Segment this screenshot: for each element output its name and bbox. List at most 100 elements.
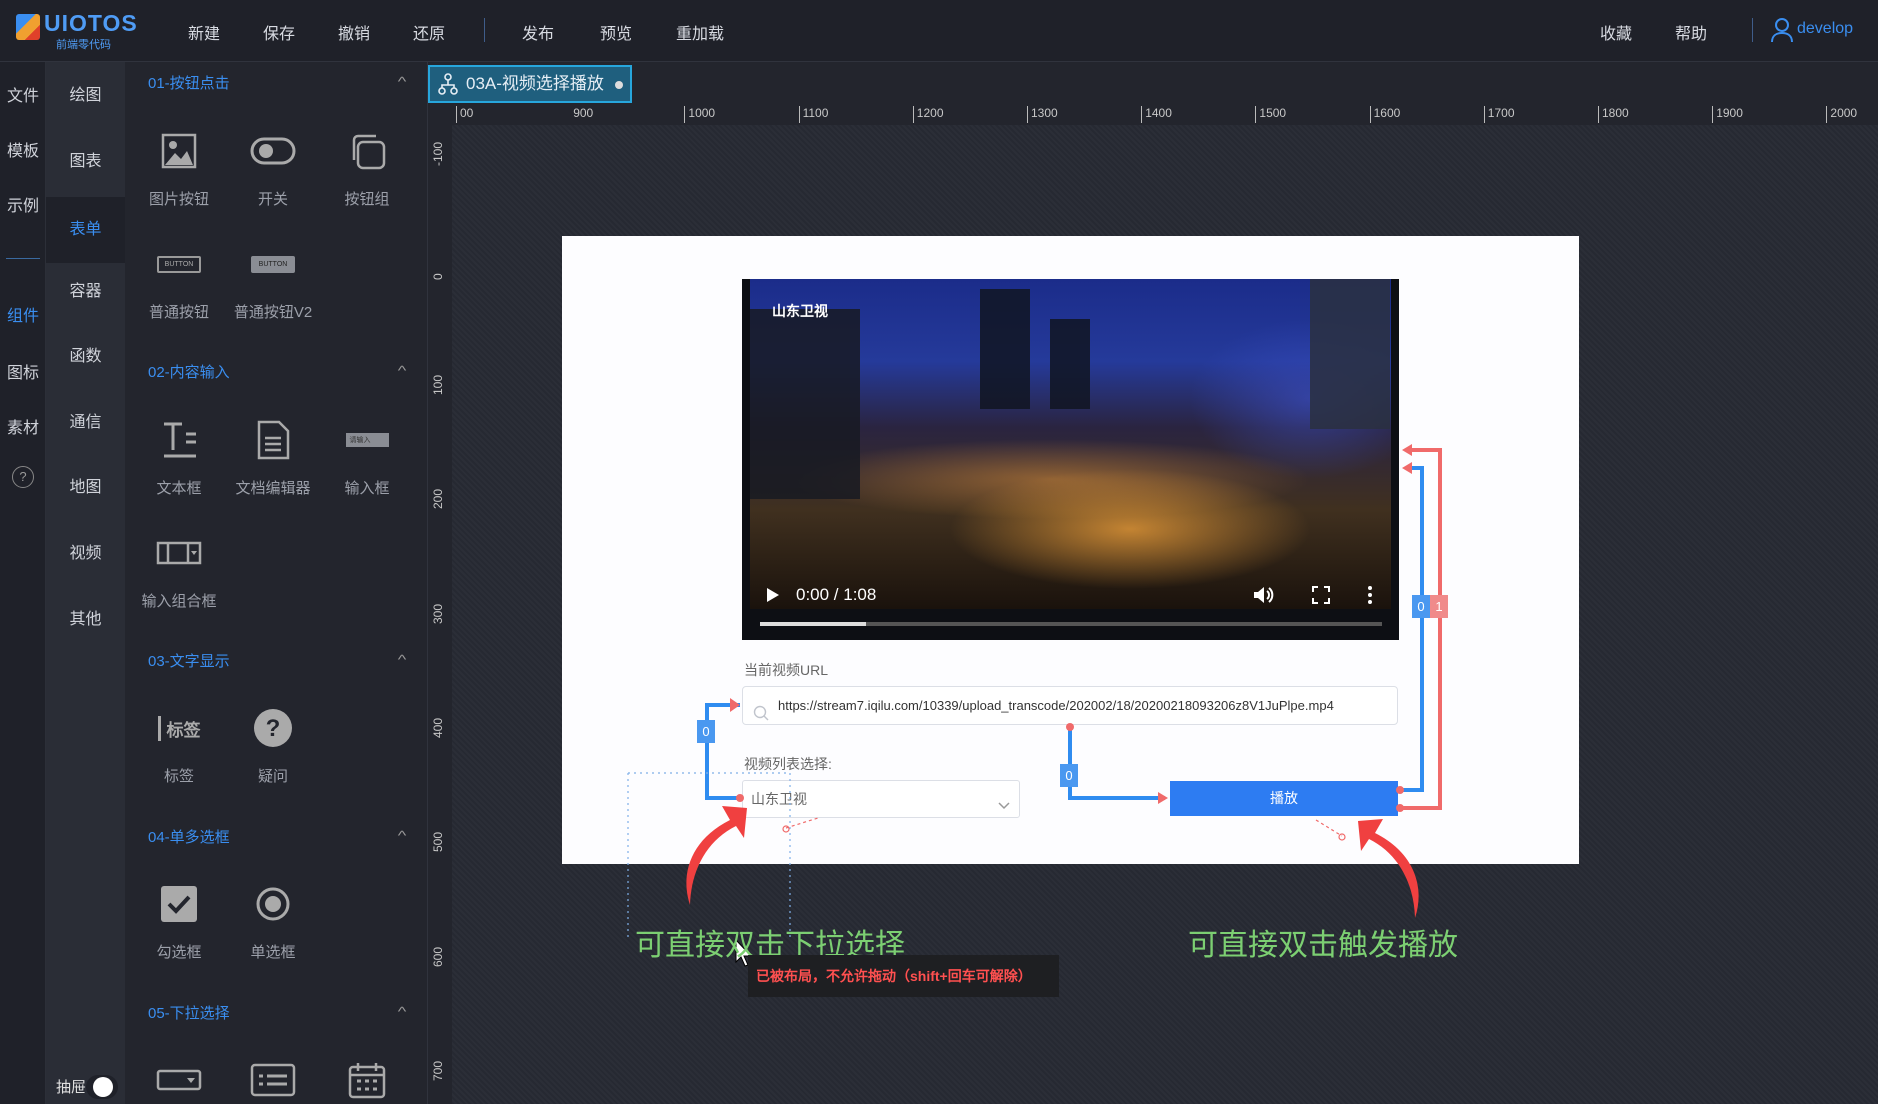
- chevron-up-icon[interactable]: ^: [398, 363, 407, 378]
- video-frame: [750, 279, 1391, 609]
- copy-icon: [320, 128, 414, 174]
- video-select[interactable]: 山东卫视: [742, 780, 1020, 818]
- video-progress-bar[interactable]: [760, 622, 1382, 626]
- user-name[interactable]: develop: [1797, 20, 1853, 38]
- sidebar-item-template[interactable]: 模板: [0, 137, 46, 161]
- play-icon[interactable]: [766, 587, 780, 608]
- menu-reload[interactable]: 重加载: [676, 20, 724, 44]
- menu-save[interactable]: 保存: [263, 20, 295, 44]
- video-player[interactable]: 山东卫视 0:00 / 1:08: [742, 279, 1399, 640]
- component-radio[interactable]: 单选框: [226, 881, 320, 962]
- play-button[interactable]: 播放: [1170, 781, 1398, 816]
- volume-icon[interactable]: [1252, 585, 1274, 610]
- sidebar-item-example[interactable]: 示例: [0, 192, 46, 216]
- ruler-tick-label: 100: [431, 374, 445, 395]
- component-button-group[interactable]: 按钮组: [320, 128, 414, 209]
- category-chart[interactable]: 图表: [46, 132, 125, 192]
- ruler-tick-label: 1000: [684, 106, 715, 123]
- document-icon: [226, 417, 320, 463]
- category-map[interactable]: 地图: [46, 458, 125, 518]
- menu-redo[interactable]: 还原: [413, 20, 445, 44]
- sidebar-item-material[interactable]: 素材: [0, 414, 46, 438]
- help-icon[interactable]: ?: [12, 466, 34, 488]
- link-badge[interactable]: 1: [1430, 595, 1448, 618]
- category-function[interactable]: 函数: [46, 327, 125, 387]
- component-doc-editor[interactable]: 文档编辑器: [226, 417, 320, 498]
- modified-dot: [614, 80, 623, 89]
- link-badge[interactable]: 0: [697, 720, 715, 743]
- component-combo-input[interactable]: 输入组合框: [132, 530, 226, 611]
- divider: [6, 258, 40, 259]
- menu-publish[interactable]: 发布: [522, 20, 554, 44]
- ruler-tick-label: 1900: [1712, 106, 1743, 123]
- calendar-icon: [320, 1057, 414, 1103]
- component-dropdown[interactable]: [132, 1057, 226, 1103]
- component-input[interactable]: 请输入 输入框: [320, 417, 414, 498]
- category-form[interactable]: 表单: [46, 197, 125, 263]
- dropdown-icon: [132, 1057, 226, 1103]
- component-label[interactable]: 标签 标签: [132, 705, 226, 786]
- annotation-right: 可直接双击触发播放: [1188, 929, 1458, 962]
- component-image-button[interactable]: 图片按钮: [132, 128, 226, 209]
- drawer-toggle[interactable]: [86, 1075, 118, 1099]
- chevron-up-icon[interactable]: ^: [398, 828, 407, 843]
- logo-text: UIOTOS: [44, 10, 138, 36]
- section-title[interactable]: 01-按钮点击: [148, 72, 230, 93]
- link-badge[interactable]: 0: [1060, 764, 1078, 787]
- component-list[interactable]: [226, 1057, 320, 1103]
- category-video[interactable]: 视频: [46, 524, 125, 584]
- menu-favorite[interactable]: 收藏: [1600, 20, 1632, 44]
- ruler-tick-label: 900: [573, 106, 594, 120]
- category-container[interactable]: 容器: [46, 262, 125, 322]
- component-textbox[interactable]: 文本框: [132, 417, 226, 498]
- menu-new[interactable]: 新建: [188, 20, 220, 44]
- component-date[interactable]: [320, 1057, 414, 1103]
- top-bar: UIOTOS 前端零代码 新建 保存 撤销 还原 发布 预览 重加载 收藏 帮助…: [0, 0, 1878, 62]
- toggle-icon: [226, 128, 320, 174]
- checkbox-icon: [132, 881, 226, 927]
- ruler-tick-label: 1400: [1141, 106, 1172, 123]
- component-question[interactable]: ? 疑问: [226, 705, 320, 786]
- list-icon: [226, 1057, 320, 1103]
- url-input[interactable]: https://stream7.iqilu.com/10339/upload_t…: [742, 686, 1398, 725]
- category-draw[interactable]: 绘图: [46, 66, 125, 126]
- logo: UIOTOS 前端零代码: [14, 10, 137, 51]
- category-other[interactable]: 其他: [46, 590, 125, 650]
- ruler-tick-label: 700: [431, 1061, 445, 1082]
- component-panel: 01-按钮点击 ^ 图片按钮 开关 按钮组 BUTTON 普通按钮 BUTTON…: [125, 62, 428, 1104]
- button-filled-icon: BUTTON: [226, 241, 320, 287]
- vertical-ruler: -100 0 100 200 300 400 500 600 700: [428, 103, 452, 1104]
- menu-undo[interactable]: 撤销: [338, 20, 370, 44]
- ruler-tick-label: 400: [431, 717, 445, 738]
- component-switch[interactable]: 开关: [226, 128, 320, 209]
- question-icon: ?: [226, 705, 320, 751]
- input-icon: 请输入: [320, 417, 414, 463]
- component-button[interactable]: BUTTON 普通按钮: [132, 241, 226, 322]
- component-button-v2[interactable]: BUTTON 普通按钮V2: [226, 241, 320, 322]
- chevron-up-icon[interactable]: ^: [398, 652, 407, 667]
- ruler-tick-label: 1800: [1598, 106, 1629, 123]
- tab-document[interactable]: 03A-视频选择播放: [428, 65, 632, 103]
- chevron-up-icon[interactable]: ^: [398, 74, 407, 89]
- ruler-tick-label: 00: [456, 106, 473, 123]
- sidebar-item-file[interactable]: 文件: [0, 82, 46, 106]
- menu-help[interactable]: 帮助: [1675, 20, 1707, 44]
- fullscreen-icon[interactable]: [1312, 586, 1330, 609]
- component-checkbox[interactable]: 勾选框: [132, 881, 226, 962]
- category-communication[interactable]: 通信: [46, 393, 125, 453]
- label-icon: 标签: [132, 705, 226, 751]
- chevron-up-icon[interactable]: ^: [398, 1004, 407, 1019]
- section-title[interactable]: 04-单多选框: [148, 826, 230, 847]
- user-icon[interactable]: [1770, 17, 1794, 48]
- menu-preview[interactable]: 预览: [600, 20, 632, 44]
- ruler-tick-label: 600: [431, 946, 445, 967]
- more-options-icon[interactable]: [1367, 585, 1373, 610]
- ruler-tick-label: 1300: [1027, 106, 1058, 123]
- section-title[interactable]: 02-内容输入: [148, 361, 230, 382]
- section-title[interactable]: 03-文字显示: [148, 650, 230, 671]
- sidebar-item-component[interactable]: 组件: [0, 302, 46, 326]
- section-title[interactable]: 05-下拉选择: [148, 1002, 230, 1023]
- sidebar-item-icon[interactable]: 图标: [0, 359, 46, 383]
- link-badge[interactable]: 0: [1412, 595, 1430, 618]
- video-time: 0:00 / 1:08: [796, 585, 877, 604]
